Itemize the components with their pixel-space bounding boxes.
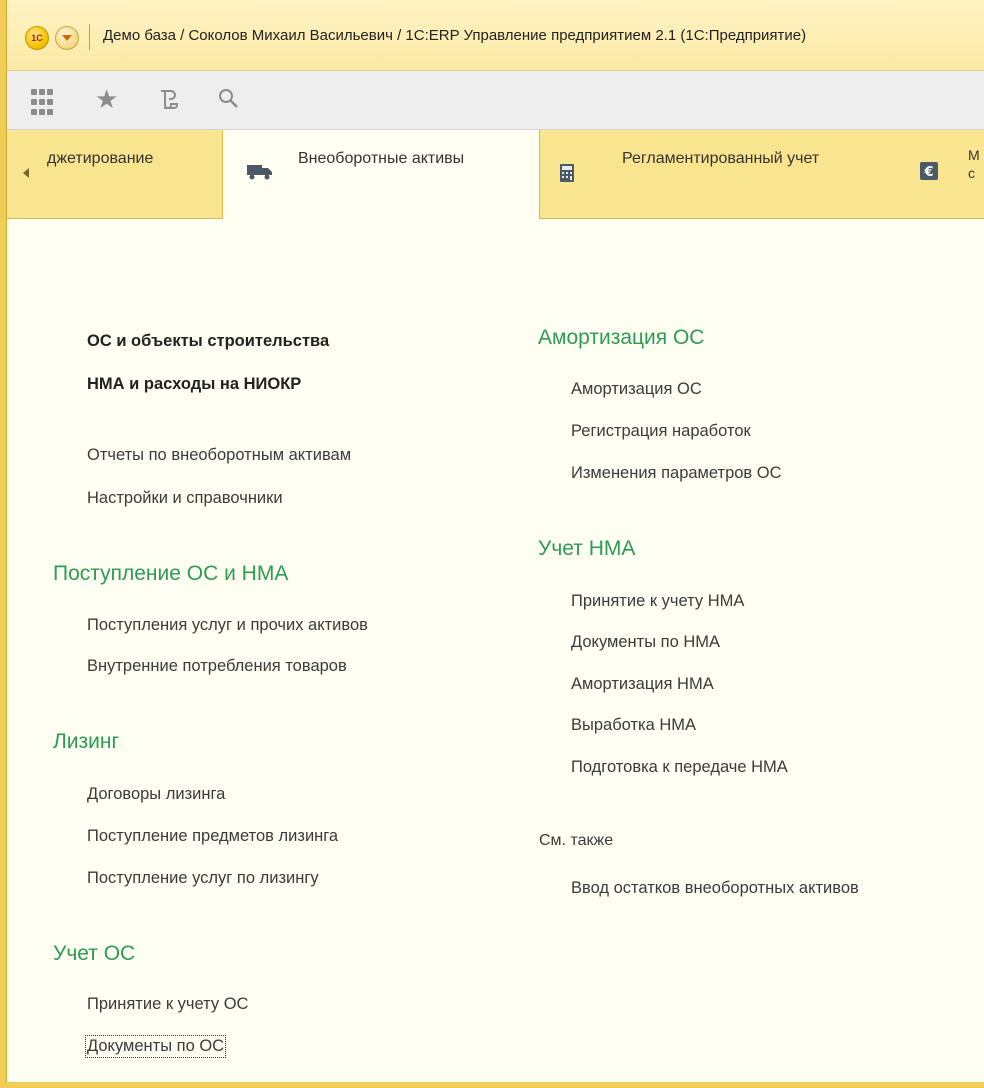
truck-icon — [247, 164, 273, 185]
title-bar: 1С Демо база / Соколов Михаил Васильевич… — [7, 0, 984, 71]
tab-finance[interactable]: € М с — [910, 130, 984, 218]
group-title-receipt: Поступление ОС и НМА — [53, 562, 289, 585]
chevron-down-icon — [62, 35, 72, 41]
link-fa-param-changes[interactable]: Изменения параметров ОС — [571, 464, 782, 483]
link-leasing-items-receipt[interactable]: Поступление предметов лизинга — [87, 827, 338, 846]
group-title-intangible: Учет НМА — [538, 537, 636, 560]
link-opening-balances[interactable]: Ввод остатков внеоборотных активов — [571, 879, 859, 898]
link-ia-depreciation[interactable]: Амортизация НМА — [571, 675, 714, 694]
svg-text:€: € — [923, 165, 933, 180]
tab-budgeting[interactable]: джетирование — [7, 130, 222, 218]
tab-label: Внеоборотные активы — [298, 150, 465, 167]
tab-regulated-accounting[interactable]: Регламентированный учет — [540, 130, 910, 218]
link-intangible-rnd[interactable]: НМА и расходы на НИОКР — [87, 375, 301, 394]
see-also-title: См. также — [539, 832, 614, 849]
search-icon[interactable] — [215, 85, 243, 113]
main-menu-button[interactable] — [55, 26, 79, 50]
link-fa-depreciation[interactable]: Амортизация ОС — [571, 380, 702, 399]
link-settings-catalogs[interactable]: Настройки и справочники — [87, 489, 283, 508]
group-title-leasing: Лизинг — [53, 730, 120, 753]
tab-label: джетирование — [47, 150, 154, 167]
group-title-depreciation: Амортизация ОС — [538, 326, 705, 349]
link-fixed-asset-acceptance[interactable]: Принятие к учету ОС — [87, 995, 248, 1014]
toolbar: ★ — [7, 71, 984, 130]
link-internal-consumption[interactable]: Внутренние потребления товаров — [87, 657, 347, 676]
link-leasing-contracts[interactable]: Договоры лизинга — [87, 785, 225, 804]
window-title: Демо база / Соколов Михаил Васильевич / … — [103, 27, 807, 44]
link-ia-acceptance[interactable]: Принятие к учету НМА — [571, 592, 744, 611]
euro-icon: € — [920, 162, 938, 185]
star-icon[interactable]: ★ — [95, 85, 123, 113]
window-frame-bottom — [0, 1082, 984, 1088]
tab-label: М с — [968, 147, 980, 181]
apps-grid-icon[interactable] — [31, 85, 59, 121]
link-ia-output[interactable]: Выработка НМА — [571, 716, 696, 735]
title-separator — [89, 24, 90, 50]
tab-fixed-assets[interactable]: Внеоборотные активы — [222, 130, 540, 219]
link-fixed-assets-construction[interactable]: ОС и объекты строительства — [87, 332, 329, 351]
link-ia-transfer-prep[interactable]: Подготовка к передаче НМА — [571, 758, 788, 777]
link-noncurrent-assets-reports[interactable]: Отчеты по внеоборотным активам — [87, 446, 351, 465]
link-leasing-services[interactable]: Поступление услуг по лизингу — [87, 869, 319, 888]
link-operating-registration[interactable]: Регистрация наработок — [571, 422, 751, 441]
link-ia-documents[interactable]: Документы по НМА — [571, 633, 720, 652]
section-tabs: джетирование Внеоборотные активы Регламе… — [7, 130, 984, 219]
group-title-fixed-assets: Учет ОС — [53, 942, 136, 965]
history-icon[interactable] — [155, 85, 183, 113]
link-services-receipts[interactable]: Поступления услуг и прочих активов — [87, 616, 368, 635]
link-fixed-asset-documents[interactable]: Документы по ОС — [84, 1035, 227, 1058]
tab-label: Регламентированный учет — [622, 150, 820, 167]
app-logo-icon[interactable]: 1С — [25, 26, 49, 50]
section-content: ОС и объекты строительства НМА и расходы… — [7, 219, 984, 1082]
calculator-icon — [560, 164, 574, 187]
